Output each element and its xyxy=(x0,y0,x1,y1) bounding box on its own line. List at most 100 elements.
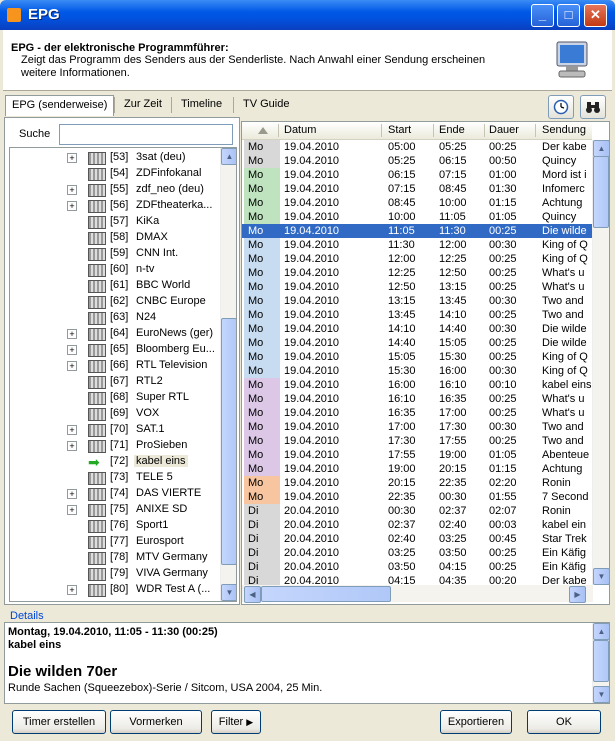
channel-item[interactable]: + [75] ANIXE SD xyxy=(10,502,220,518)
channel-item[interactable]: + [53] 3sat (deu) xyxy=(10,150,220,166)
scroll-thumb[interactable] xyxy=(593,156,609,228)
table-row[interactable]: Mo 19.04.2010 20:15 22:35 02:20 Ronin xyxy=(242,476,592,490)
channel-item[interactable]: [57] KiKa xyxy=(10,214,220,230)
table-row[interactable]: Mo 19.04.2010 05:00 05:25 00:25 Der kabe xyxy=(242,140,592,154)
scroll-up-button[interactable]: ▲ xyxy=(593,140,609,157)
channel-item[interactable]: [59] CNN Int. xyxy=(10,246,220,262)
channel-item[interactable]: + [56] ZDFtheaterka... xyxy=(10,198,220,214)
scroll-left-button[interactable]: ◀ xyxy=(244,586,261,603)
expand-icon[interactable]: + xyxy=(67,345,77,355)
column-header-dauer[interactable]: Dauer xyxy=(489,124,519,136)
table-row[interactable]: Mo 19.04.2010 05:25 06:15 00:50 Quincy xyxy=(242,154,592,168)
table-row[interactable]: Mo 19.04.2010 17:00 17:30 00:30 Two and xyxy=(242,420,592,434)
table-row[interactable]: Di 20.04.2010 04:15 04:35 00:20 Der kabe xyxy=(242,574,592,585)
scroll-thumb[interactable] xyxy=(593,640,609,682)
filter-button[interactable]: Filter ▶ xyxy=(211,710,261,734)
table-row[interactable]: Mo 19.04.2010 13:15 13:45 00:30 Two and xyxy=(242,294,592,308)
table-row[interactable]: Mo 19.04.2010 15:05 15:30 00:25 King of Q xyxy=(242,350,592,364)
expand-icon[interactable]: + xyxy=(67,505,77,515)
table-row[interactable]: Mo 19.04.2010 12:50 13:15 00:25 What's u xyxy=(242,280,592,294)
table-row[interactable]: Di 20.04.2010 02:37 02:40 00:03 kabel ein xyxy=(242,518,592,532)
channel-item[interactable]: [69] VOX xyxy=(10,406,220,422)
channel-item[interactable]: + [55] zdf_neo (deu) xyxy=(10,182,220,198)
channel-item[interactable]: + [71] ProSieben xyxy=(10,438,220,454)
title-bar[interactable]: EPG _ □ ✕ xyxy=(0,0,615,30)
channel-list[interactable]: + [80] WDR Test A (... [79] VIVA Germany [78]… xyxy=(9,147,237,602)
scroll-thumb[interactable] xyxy=(221,318,236,565)
scroll-up-button[interactable]: ▲ xyxy=(593,623,610,640)
mark-button[interactable]: Vormerken xyxy=(110,710,202,734)
table-row[interactable]: Mo 19.04.2010 15:30 16:00 00:30 King of Q xyxy=(242,364,592,378)
table-row[interactable]: Mo 19.04.2010 11:30 12:00 00:30 King of Q xyxy=(242,238,592,252)
table-row[interactable]: Mo 19.04.2010 22:35 00:30 01:55 7 Second xyxy=(242,490,592,504)
details-scrollbar[interactable]: ▲ ▼ xyxy=(592,623,610,703)
tab-zur-zeit[interactable]: Zur Zeit xyxy=(118,95,168,114)
column-header-start[interactable]: Start xyxy=(388,124,411,136)
tab-epg-senderweise[interactable]: EPG (senderweise) xyxy=(5,95,115,116)
channel-list-scrollbar[interactable]: ▲ ▼ xyxy=(220,148,236,601)
channel-item[interactable]: + [80] WDR Test A (... xyxy=(10,582,220,598)
table-row[interactable]: Mo 19.04.2010 06:15 07:15 01:00 Mord ist i xyxy=(242,168,592,182)
expand-icon[interactable]: + xyxy=(67,329,77,339)
channel-item[interactable]: [68] Super RTL xyxy=(10,390,220,406)
grid-horizontal-scrollbar[interactable]: ◀ ▶ xyxy=(242,585,593,603)
table-row[interactable]: Mo 19.04.2010 14:40 15:05 00:25 Die wilde xyxy=(242,336,592,350)
expand-icon[interactable]: + xyxy=(67,153,77,163)
table-row[interactable]: Di 20.04.2010 00:30 02:37 02:07 Ronin xyxy=(242,504,592,518)
table-row[interactable]: Mo 19.04.2010 12:00 12:25 00:25 King of Q xyxy=(242,252,592,266)
table-row[interactable]: Mo 19.04.2010 10:00 11:05 01:05 Quincy xyxy=(242,210,592,224)
table-row[interactable]: Mo 19.04.2010 14:10 14:40 00:30 Die wilde xyxy=(242,322,592,336)
channel-item[interactable]: [58] DMAX xyxy=(10,230,220,246)
column-header-sendung[interactable]: Sendung xyxy=(542,124,586,136)
table-row[interactable]: Mo 19.04.2010 16:35 17:00 00:25 What's u xyxy=(242,406,592,420)
channel-item[interactable]: [73] TELE 5 xyxy=(10,470,220,486)
expand-icon[interactable]: + xyxy=(67,585,77,595)
channel-item[interactable]: [54] ZDFinfokanal xyxy=(10,166,220,182)
table-row[interactable]: Mo 19.04.2010 12:25 12:50 00:25 What's u xyxy=(242,266,592,280)
channel-item[interactable]: + [74] DAS VIERTE xyxy=(10,486,220,502)
clock-button[interactable] xyxy=(548,95,574,119)
expand-icon[interactable]: + xyxy=(67,201,77,211)
table-row[interactable]: Mo 19.04.2010 16:10 16:35 00:25 What's u xyxy=(242,392,592,406)
timer-create-button[interactable]: Timer erstellen xyxy=(12,710,106,734)
table-row[interactable]: Di 20.04.2010 03:25 03:50 00:25 Ein Käfig xyxy=(242,546,592,560)
export-button[interactable]: Exportieren xyxy=(440,710,512,734)
expand-icon[interactable]: + xyxy=(67,425,77,435)
channel-item[interactable]: [78] MTV Germany xyxy=(10,550,220,566)
scroll-up-button[interactable]: ▲ xyxy=(221,148,236,165)
channel-item[interactable]: [79] VIVA Germany xyxy=(10,566,220,582)
tab-tv-guide[interactable]: TV Guide xyxy=(237,95,295,114)
table-row[interactable]: Di 20.04.2010 03:50 04:15 00:25 Ein Käfig xyxy=(242,560,592,574)
expand-icon[interactable]: + xyxy=(67,441,77,451)
table-row[interactable]: Mo 19.04.2010 11:05 11:30 00:25 Die wilde xyxy=(242,224,592,238)
channel-item[interactable]: ➡ [72] kabel eins xyxy=(10,454,220,470)
scroll-thumb[interactable] xyxy=(261,586,391,602)
maximize-button[interactable]: □ xyxy=(557,4,580,27)
table-row[interactable]: Mo 19.04.2010 08:45 10:00 01:15 Achtung xyxy=(242,196,592,210)
table-row[interactable]: Mo 19.04.2010 17:30 17:55 00:25 Two and xyxy=(242,434,592,448)
table-row[interactable]: Mo 19.04.2010 07:15 08:45 01:30 Infomerc xyxy=(242,182,592,196)
tab-timeline[interactable]: Timeline xyxy=(175,95,228,114)
column-header-datum[interactable]: Datum xyxy=(284,124,316,136)
channel-item[interactable]: [60] n-tv xyxy=(10,262,220,278)
binoculars-button[interactable] xyxy=(580,95,606,119)
channel-item[interactable]: [76] Sport1 xyxy=(10,518,220,534)
scroll-down-button[interactable]: ▼ xyxy=(593,568,609,585)
channel-item[interactable]: + [64] EuroNews (ger) xyxy=(10,326,220,342)
scroll-right-button[interactable]: ▶ xyxy=(569,586,586,603)
channel-item[interactable]: [63] N24 xyxy=(10,310,220,326)
channel-item[interactable]: [77] Eurosport xyxy=(10,534,220,550)
table-row[interactable]: Mo 19.04.2010 17:55 19:00 01:05 Abenteue xyxy=(242,448,592,462)
expand-icon[interactable]: + xyxy=(67,185,77,195)
table-row[interactable]: Mo 19.04.2010 16:00 16:10 00:10 kabel eins xyxy=(242,378,592,392)
channel-item[interactable]: + [65] Bloomberg Eu... xyxy=(10,342,220,358)
ok-button[interactable]: OK xyxy=(527,710,601,734)
channel-item[interactable]: [62] CNBC Europe xyxy=(10,294,220,310)
channel-item[interactable]: [67] RTL2 xyxy=(10,374,220,390)
table-row[interactable]: Mo 19.04.2010 19:00 20:15 01:15 Achtung xyxy=(242,462,592,476)
scroll-down-button[interactable]: ▼ xyxy=(593,686,610,703)
channel-item[interactable]: + [70] SAT.1 xyxy=(10,422,220,438)
grid-vertical-scrollbar[interactable]: ▲ ▼ xyxy=(592,140,609,585)
search-input[interactable] xyxy=(59,124,233,145)
column-header-ende[interactable]: Ende xyxy=(439,124,465,136)
